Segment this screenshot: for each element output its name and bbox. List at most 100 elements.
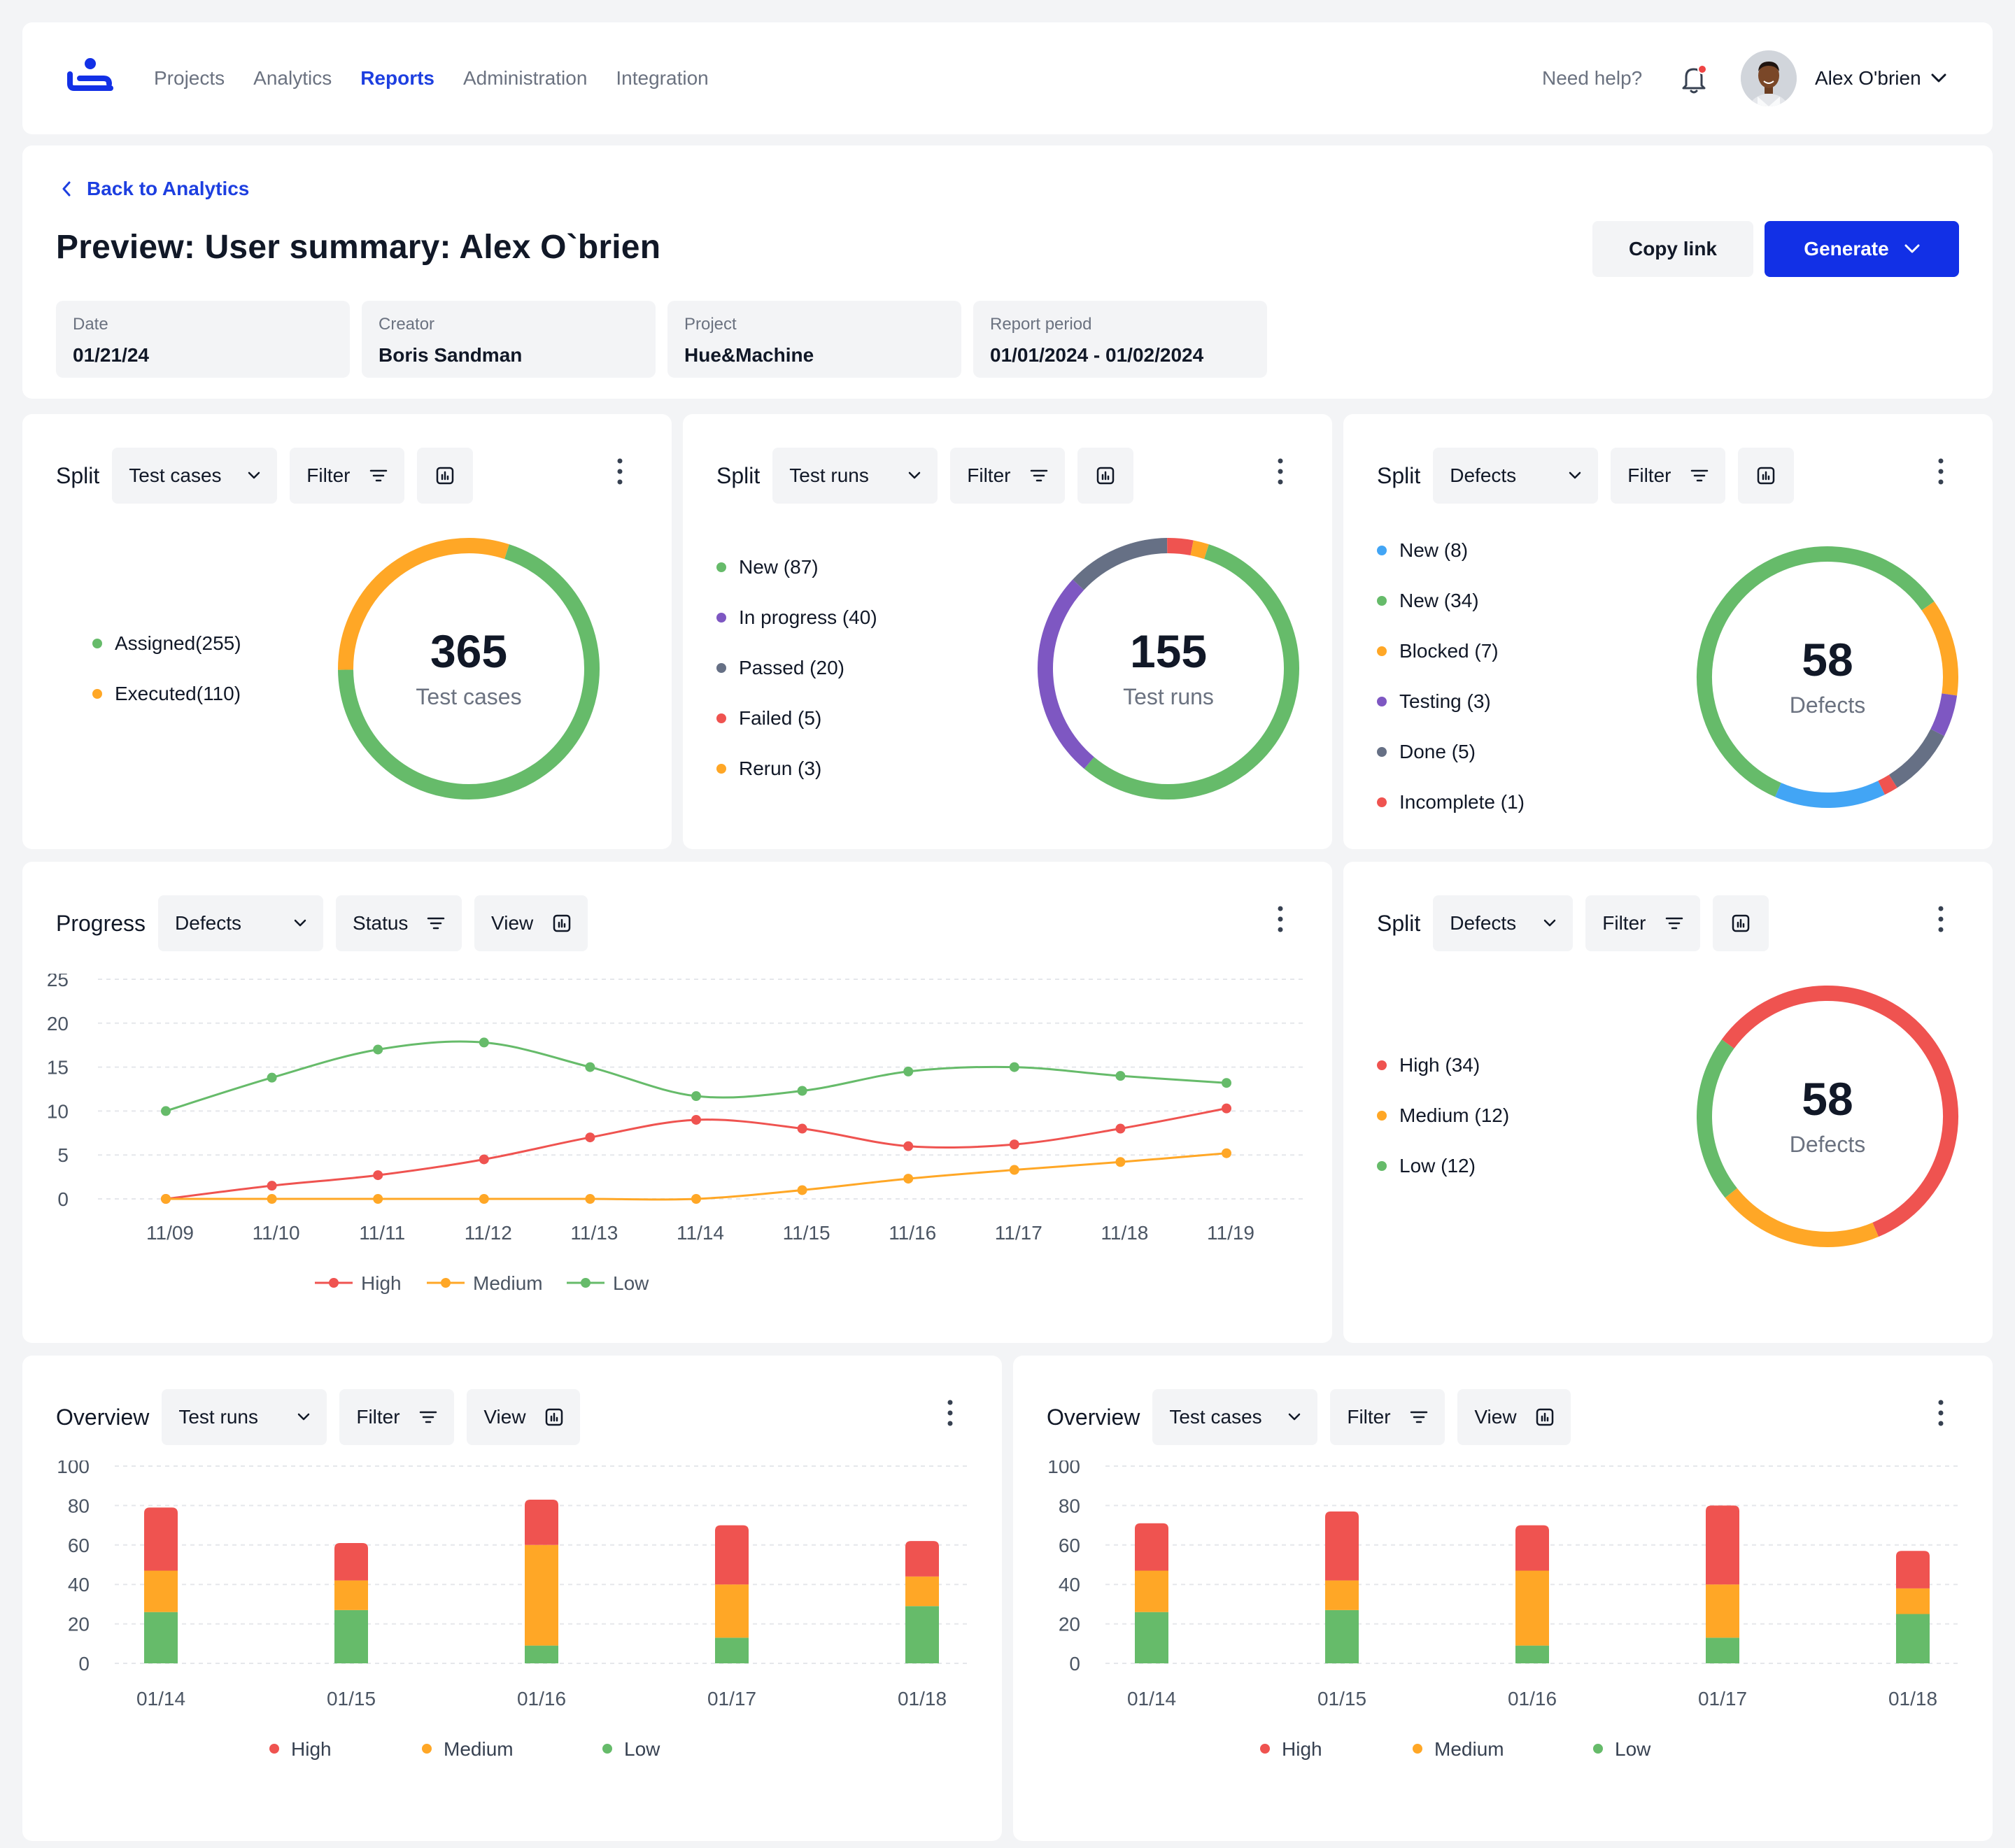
y-tick-label: 0 [78, 1653, 90, 1675]
widget-title: Progress [56, 910, 146, 936]
filter-button[interactable]: Filter [1330, 1389, 1445, 1445]
bar-segment-high [525, 1499, 558, 1545]
legend-marker [329, 1278, 339, 1288]
more-options-icon[interactable] [1276, 457, 1285, 485]
legend-item: Low [567, 1272, 649, 1294]
defects-select[interactable]: Defects [1433, 895, 1574, 951]
legend-item: High (34) [1377, 1040, 1509, 1090]
chevron-down-icon [1289, 1413, 1301, 1421]
overview-test-runs-widget: Overview Test runs Filter View 0 20 40 60 80… [22, 1356, 1002, 1841]
user-menu[interactable]: Alex O'brien [1815, 22, 1946, 134]
nav-reports[interactable]: Reports [360, 67, 434, 90]
x-tick-label: 01/15 [327, 1688, 376, 1710]
legend-label: New (87) [739, 556, 819, 578]
filter-button[interactable]: Filter [290, 448, 405, 504]
chevron-down-icon [1931, 73, 1946, 83]
filter-button[interactable]: Filter [950, 448, 1066, 504]
bar-segment-medium [1325, 1580, 1359, 1610]
view-button[interactable]: View [467, 1389, 581, 1445]
test-runs-select[interactable]: Test runs [162, 1389, 327, 1445]
legend-label: Failed (5) [739, 707, 822, 729]
info-project-label: Project [684, 315, 737, 334]
back-label: Back to Analytics [87, 178, 250, 199]
more-options-icon[interactable] [1276, 905, 1285, 933]
split-test-cases-widget: Split Test cases Filter Assigned(255) Ex… [22, 414, 672, 849]
donut-total-label: Defects [1789, 692, 1866, 718]
more-options-icon[interactable] [616, 457, 624, 485]
more-options-icon[interactable] [1937, 457, 1945, 485]
user-avatar[interactable] [1741, 50, 1797, 106]
defects-select[interactable]: Defects [158, 895, 324, 951]
x-tick-label: 11/11 [359, 1222, 405, 1244]
filter-button[interactable]: Filter [1611, 448, 1726, 504]
x-tick-label: 01/17 [1698, 1688, 1747, 1710]
nav-administration[interactable]: Administration [463, 67, 587, 90]
notification-bell-icon[interactable] [1681, 64, 1709, 97]
widget-title: Overview [56, 1404, 150, 1430]
test-cases-select[interactable]: Test cases [112, 448, 278, 504]
chart-type-button[interactable] [1077, 448, 1134, 504]
legend-item: Blocked (7) [1377, 626, 1525, 676]
need-help-link[interactable]: Need help? [1542, 22, 1642, 134]
bar-segment-low [525, 1645, 558, 1663]
defects-select[interactable]: Defects [1433, 448, 1599, 504]
copy-link-button[interactable]: Copy link [1592, 221, 1753, 277]
more-options-icon[interactable] [1937, 1399, 1945, 1427]
filter-icon [1410, 1411, 1428, 1423]
status-filter-button[interactable]: Status [336, 895, 462, 951]
x-tick-label: 11/13 [570, 1222, 618, 1244]
data-point [1222, 1078, 1231, 1088]
data-point [797, 1086, 807, 1096]
x-tick-label: 01/18 [898, 1688, 947, 1710]
select-label: Defects [1450, 912, 1517, 934]
bar-chart-icon [437, 467, 454, 485]
info-creator-label: Creator [379, 315, 435, 334]
filter-button[interactable]: Filter [339, 1389, 455, 1445]
chevron-down-icon [294, 919, 306, 927]
legend-dot [716, 713, 726, 723]
more-options-icon[interactable] [1937, 905, 1945, 933]
bar-chart-icon [1097, 467, 1115, 485]
donut-center: 58 Defects [1696, 985, 1959, 1248]
widget-title: Split [56, 462, 100, 488]
donut-center: 58 Defects [1696, 546, 1959, 809]
select-label: Defects [175, 912, 241, 934]
nav-projects[interactable]: Projects [154, 67, 225, 90]
x-tick-label: 11/18 [1101, 1222, 1148, 1244]
nav-integration[interactable]: Integration [616, 67, 708, 90]
bar-chart-icon [553, 914, 571, 932]
y-tick-label: 80 [1059, 1495, 1080, 1516]
view-button[interactable]: View [474, 895, 588, 951]
test-cases-select[interactable]: Test cases [1152, 1389, 1318, 1445]
chart-type-button[interactable] [1738, 448, 1795, 504]
view-button[interactable]: View [1457, 1389, 1571, 1445]
data-point [161, 1106, 171, 1116]
x-tick-label: 11/10 [253, 1222, 300, 1244]
back-to-analytics-link[interactable]: Back to Analytics [62, 168, 249, 210]
legend-marker [581, 1278, 591, 1288]
legend-label: High [1282, 1738, 1322, 1760]
nav-analytics[interactable]: Analytics [253, 67, 332, 90]
chevron-down-icon [909, 471, 921, 479]
series-line-medium [166, 1152, 1227, 1201]
filter-label: Filter [1347, 1406, 1391, 1428]
legend-item: Medium [1413, 1738, 1504, 1760]
donut-chart: 58 Defects [1696, 546, 1959, 809]
chart-type-button[interactable] [1713, 895, 1769, 951]
donut-center: 365 Test cases [337, 537, 600, 800]
filter-button[interactable]: Filter [1585, 895, 1701, 951]
legend-dot [92, 639, 102, 648]
more-options-icon[interactable] [946, 1399, 954, 1427]
y-tick-label: 10 [47, 1100, 69, 1122]
generate-button[interactable]: Generate [1765, 221, 1959, 277]
data-point [267, 1181, 277, 1191]
legend-label: Rerun (3) [739, 758, 822, 779]
chevron-down-icon [1569, 471, 1581, 479]
filter-icon [427, 917, 445, 930]
chart-type-button[interactable] [417, 448, 474, 504]
data-point [161, 1194, 171, 1204]
test-runs-select[interactable]: Test runs [772, 448, 938, 504]
legend-label: Executed(110) [115, 683, 241, 704]
app-logo-icon[interactable] [67, 57, 113, 97]
bar-segment-medium [1896, 1588, 1930, 1614]
